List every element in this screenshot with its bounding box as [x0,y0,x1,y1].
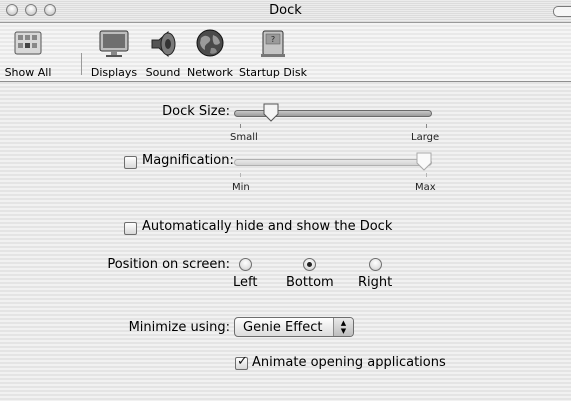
magnification-min-tick [240,173,241,177]
toolbar-item-displays[interactable]: Displays [88,28,140,80]
position-bottom-label[interactable]: Bottom [286,275,334,290]
position-bottom-radio[interactable] [303,258,316,271]
minimize-label: Minimize using: [128,320,230,335]
autohide-checkbox[interactable] [124,222,137,235]
popup-arrows-glyph: ▲▼ [340,319,347,335]
startup-disk-icon: ? [261,30,285,57]
dock-size-min-label: Small [230,132,258,143]
display-monitor-icon [99,30,129,57]
toolbar-label-network: Network [187,66,233,79]
checkmark-icon: ✓ [237,354,248,369]
dock-size-max-label: Large [411,132,440,143]
position-left-radio[interactable] [239,258,252,271]
dock-size-slider-thumb[interactable] [263,103,279,123]
autohide-label[interactable]: Automatically hide and show the Dock [142,219,392,234]
toolbar-item-show-all[interactable]: Show All [2,28,54,80]
popup-arrows-icon: ▲▼ [333,318,353,336]
toolbar-label-show-all: Show All [4,66,52,79]
toolbar-item-network[interactable]: Network [185,28,235,80]
dock-preferences-window: Dock Show All Displays Sound Network ? S… [0,0,571,401]
dock-size-max-tick [426,124,427,128]
animate-checkbox[interactable]: ✓ [235,354,248,370]
magnification-min-label: Min [232,182,250,193]
globe-network-icon [196,29,224,57]
minimize-effect-popup[interactable]: Genie Effect ▲▼ [234,317,354,337]
speaker-icon [151,30,176,58]
radio-selected-dot [307,262,312,267]
dock-size-min-tick [240,124,241,128]
toolbar-item-sound[interactable]: Sound [143,28,183,80]
position-right-label[interactable]: Right [358,275,392,290]
svg-text:?: ? [271,35,275,44]
preferences-toolbar: Show All Displays Sound Network ? Startu… [0,23,571,82]
magnification-slider-track[interactable] [234,159,432,166]
toolbar-separator [81,53,82,75]
position-right-radio[interactable] [369,258,382,271]
title-bar: Dock [0,0,571,23]
show-all-icon [14,31,42,55]
animate-label[interactable]: Animate opening applications [252,355,446,370]
toolbar-toggle-button[interactable] [553,6,571,17]
window-title: Dock [269,3,302,18]
toolbar-label-sound: Sound [145,66,181,79]
position-left-label[interactable]: Left [233,275,257,290]
position-label: Position on screen: [107,257,230,272]
toolbar-label-startup-disk: Startup Disk [239,66,307,79]
magnification-max-tick [426,173,427,177]
magnification-max-label: Max [415,182,436,193]
toolbar-label-displays: Displays [90,66,138,79]
magnification-label: Magnification: [142,153,234,168]
toolbar-item-startup-disk[interactable]: ? Startup Disk [238,28,308,80]
magnification-checkbox[interactable] [124,156,137,169]
minimize-effect-value: Genie Effect [243,320,323,335]
dock-size-label: Dock Size: [162,104,230,119]
magnification-slider-thumb[interactable] [416,152,432,172]
